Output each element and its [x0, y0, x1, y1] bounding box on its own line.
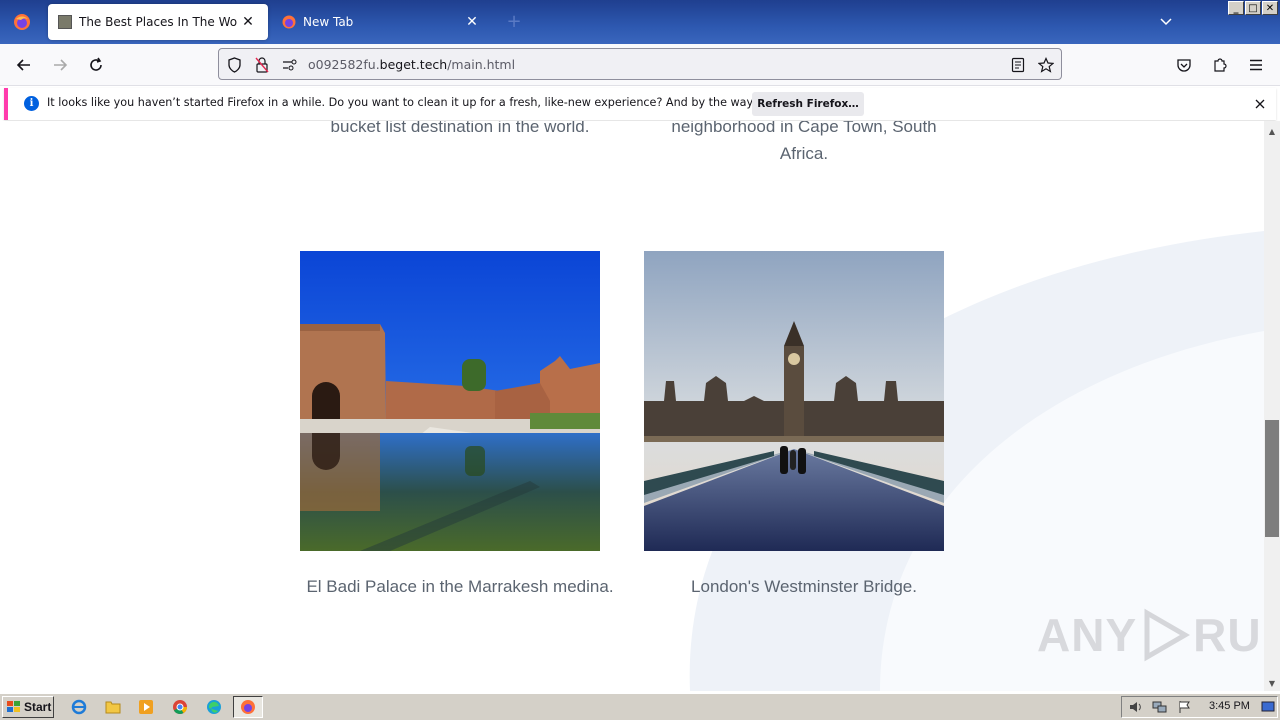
caption-cut-right: neighborhood in Cape Town, South Africa. [671, 121, 937, 163]
refresh-firefox-button[interactable]: Refresh Firefox… [752, 92, 864, 116]
westminster-caption: London's Westminster Bridge. [691, 577, 917, 596]
forward-arrow-icon [54, 59, 68, 71]
windows-logo-icon [7, 701, 20, 712]
windows-taskbar: Start 3:45 PM [0, 693, 1280, 720]
network-icon[interactable] [1152, 700, 1168, 717]
el-badi-palace-photo [300, 251, 600, 551]
show-desktop-icon[interactable] [1261, 700, 1275, 717]
ie-icon[interactable] [68, 697, 90, 717]
reader-view-icon[interactable] [1008, 55, 1028, 75]
extensions-button[interactable] [1206, 52, 1234, 78]
page-scrollbar[interactable]: ▲ ▼ [1264, 121, 1280, 691]
app-menu-button[interactable] [1242, 52, 1270, 78]
tab-best-places[interactable]: The Best Places In The World ✕ [48, 4, 268, 40]
westminster-bridge-photo [644, 251, 944, 551]
close-tab-icon[interactable]: ✕ [238, 12, 258, 32]
permissions-icon[interactable] [280, 55, 300, 75]
clock[interactable]: 3:45 PM [1209, 700, 1250, 712]
system-tray: 3:45 PM [1121, 696, 1278, 718]
navigation-toolbar: o092582fu.beget.tech/main.html [0, 44, 1280, 86]
start-button[interactable]: Start [2, 696, 54, 718]
caption-cut-left: bucket list destination in the world. [330, 121, 590, 136]
reload-button[interactable] [82, 52, 110, 78]
notification-message: It looks like you haven’t started Firefo… [47, 96, 845, 109]
insecure-lock-icon[interactable] [252, 55, 272, 75]
info-icon: i [24, 96, 39, 111]
scrollbar-thumb[interactable] [1265, 420, 1279, 537]
forward-button[interactable] [46, 52, 74, 78]
new-tab-button[interactable]: + [502, 10, 526, 34]
page-content: bucket list destination in the world. ne… [0, 121, 1264, 691]
scroll-down-arrow-icon[interactable]: ▼ [1264, 675, 1280, 691]
refresh-firefox-notification: i It looks like you haven’t started Fire… [4, 88, 1276, 120]
firefox-menu-icon[interactable] [0, 0, 44, 44]
close-window-button[interactable]: ✕ [1262, 1, 1278, 15]
tab-new-tab[interactable]: New Tab ✕ [272, 4, 492, 40]
media-player-icon[interactable] [135, 697, 157, 717]
restore-button[interactable]: □ [1245, 1, 1261, 15]
minimize-button[interactable]: _ [1228, 1, 1244, 15]
folder-icon[interactable] [102, 697, 124, 717]
back-arrow-icon [16, 59, 30, 71]
tab-title: The Best Places In The World [79, 15, 238, 29]
pocket-button[interactable] [1170, 52, 1198, 78]
page-thumbnail-icon [58, 15, 72, 29]
action-center-flag-icon[interactable] [1178, 700, 1192, 717]
close-notification-icon[interactable] [1250, 94, 1270, 114]
url-text[interactable]: o092582fu.beget.tech/main.html [308, 57, 515, 72]
tab-strip: The Best Places In The World ✕ New Tab ✕… [0, 0, 1280, 44]
tab-title: New Tab [303, 15, 354, 29]
close-tab-icon[interactable]: ✕ [462, 12, 482, 32]
puzzle-icon [1214, 58, 1227, 72]
reload-icon [90, 57, 102, 71]
el-badi-caption: El Badi Palace in the Marrakesh medina. [306, 577, 614, 596]
firefox-icon[interactable] [237, 697, 259, 717]
shield-icon[interactable] [224, 55, 244, 75]
edge-icon[interactable] [203, 697, 225, 717]
back-button[interactable] [10, 52, 38, 78]
list-all-tabs-chevron-icon[interactable] [1154, 10, 1178, 34]
start-label: Start [24, 700, 52, 714]
play-logo-icon [1144, 608, 1191, 662]
anyrun-watermark: ANY RUN [1037, 608, 1264, 662]
address-bar[interactable]: o092582fu.beget.tech/main.html [218, 48, 1062, 80]
bookmark-star-icon[interactable] [1036, 55, 1056, 75]
volume-icon[interactable] [1128, 700, 1144, 717]
pocket-icon [1177, 58, 1191, 72]
firefox-icon [282, 15, 296, 29]
hamburger-menu-icon [1250, 59, 1262, 71]
scroll-up-arrow-icon[interactable]: ▲ [1264, 123, 1280, 139]
chrome-icon[interactable] [169, 697, 191, 717]
